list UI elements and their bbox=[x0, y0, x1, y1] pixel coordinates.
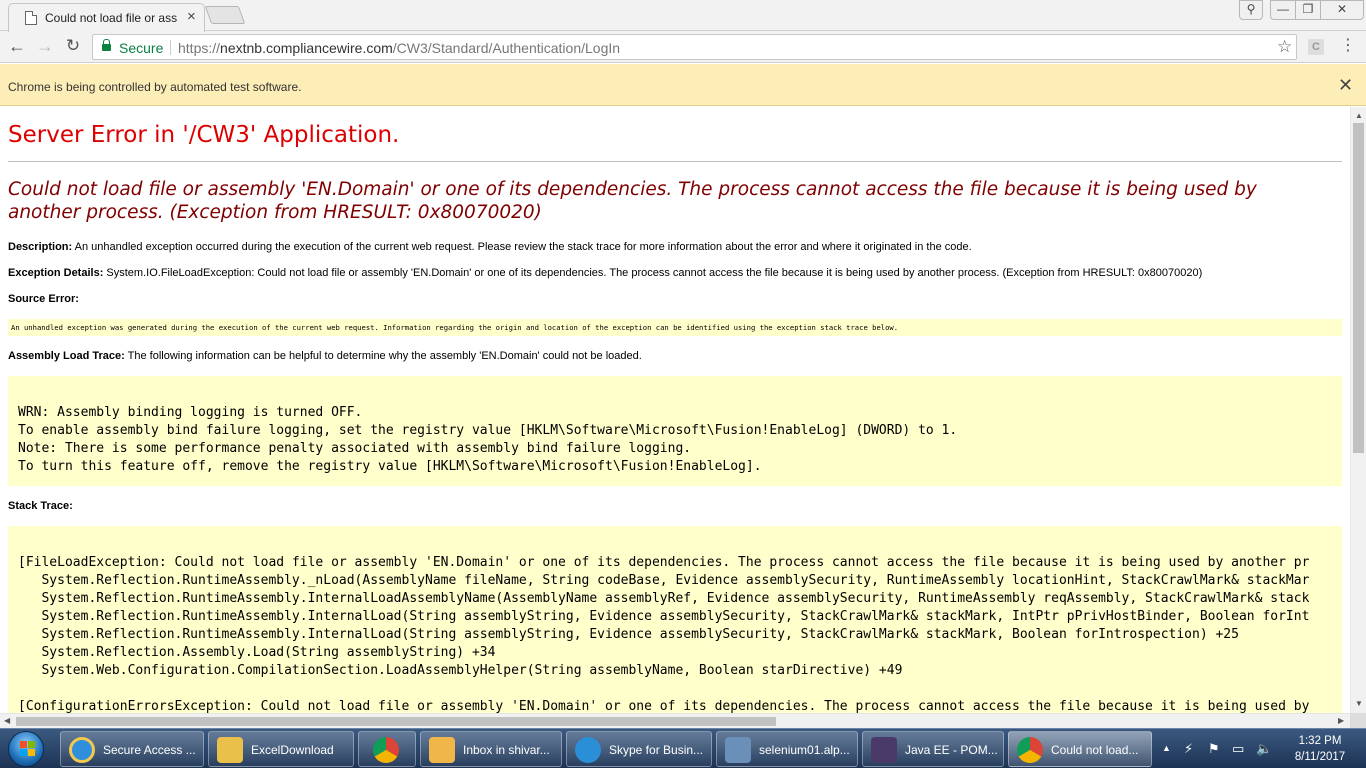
browser-tab[interactable]: Could not load file or ass × bbox=[8, 3, 205, 32]
close-window-button[interactable]: ✕ bbox=[1320, 0, 1364, 20]
taskbar-item-chrome[interactable] bbox=[358, 731, 416, 767]
scroll-down-arrow-icon[interactable]: ▼ bbox=[1355, 699, 1363, 708]
internet-explorer-icon bbox=[69, 737, 95, 763]
url-path: /CW3/Standard/Authentication/LogIn bbox=[392, 40, 621, 56]
scroll-up-arrow-icon[interactable]: ▲ bbox=[1355, 111, 1363, 120]
start-button[interactable] bbox=[3, 730, 49, 768]
skype-icon bbox=[575, 737, 601, 763]
scroll-left-arrow-icon[interactable]: ◀ bbox=[4, 716, 10, 725]
windows-taskbar: Secure Access ... ExcelDownload Inbox in… bbox=[0, 728, 1366, 768]
menu-icon[interactable]: ⋮ bbox=[1340, 36, 1356, 56]
divider bbox=[170, 40, 171, 55]
lock-icon bbox=[102, 39, 111, 51]
taskbar-item-label: ExcelDownload bbox=[251, 743, 334, 757]
taskbar-item-label: Skype for Busin... bbox=[609, 743, 704, 757]
taskbar-item-label: Inbox in shivar... bbox=[463, 743, 550, 757]
page-title: Server Error in '/CW3' Application. bbox=[8, 122, 400, 148]
taskbar-item-label: selenium01.alp... bbox=[759, 743, 850, 757]
system-clock[interactable]: 1:32 PM 8/11/2017 bbox=[1283, 733, 1357, 765]
infobar-close-icon[interactable]: ✕ bbox=[1338, 75, 1353, 96]
assembly-trace-box: WRN: Assembly binding logging is turned … bbox=[8, 376, 1342, 486]
page-viewport: Server Error in '/CW3' Application. Coul… bbox=[0, 107, 1350, 713]
page-icon bbox=[25, 11, 37, 25]
taskbar-item-eclipse[interactable]: Java EE - POM... bbox=[862, 731, 1004, 767]
taskbar-item-label: Could not load... bbox=[1051, 743, 1139, 757]
action-center-flag-icon[interactable]: ⚑ bbox=[1208, 741, 1220, 757]
tab-title: Could not load file or ass bbox=[45, 11, 178, 25]
description-line: Description: An unhandled exception occu… bbox=[8, 241, 972, 253]
scroll-right-arrow-icon[interactable]: ▶ bbox=[1338, 716, 1344, 725]
reload-icon[interactable]: ↻ bbox=[63, 37, 83, 57]
taskbar-item-secure-access[interactable]: Secure Access ... bbox=[60, 731, 204, 767]
taskbar-item-exceldownload[interactable]: ExcelDownload bbox=[208, 731, 354, 767]
maximize-button[interactable]: ❐ bbox=[1295, 0, 1321, 20]
assembly-trace-label: Assembly Load Trace: bbox=[8, 350, 125, 362]
assembly-trace-code: WRN: Assembly binding logging is turned … bbox=[18, 405, 958, 474]
exception-details-line: Exception Details: System.IO.FileLoadExc… bbox=[8, 267, 1202, 279]
description-label: Description: bbox=[8, 241, 73, 253]
taskbar-item-chrome-error[interactable]: Could not load... bbox=[1008, 731, 1152, 767]
secure-label: Secure bbox=[119, 40, 164, 56]
automation-infobar: Chrome is being controlled by automated … bbox=[0, 64, 1366, 106]
stack-trace-box: [FileLoadException: Could not load file … bbox=[8, 526, 1342, 713]
stack-trace-heading: Stack Trace: bbox=[8, 500, 73, 512]
windows-logo-icon bbox=[8, 731, 44, 767]
scrollbar-corner bbox=[1350, 713, 1366, 728]
outlook-icon bbox=[429, 737, 455, 763]
clock-date: 8/11/2017 bbox=[1294, 751, 1346, 763]
tray-chevron-icon[interactable]: ▲ bbox=[1162, 743, 1171, 753]
forward-arrow-icon[interactable]: → bbox=[35, 37, 55, 57]
exception-details-text: System.IO.FileLoadException: Could not l… bbox=[103, 267, 1203, 279]
stack-trace-code: [FileLoadException: Could not load file … bbox=[18, 555, 1310, 713]
taskbar-item-skype[interactable]: Skype for Busin... bbox=[566, 731, 712, 767]
title-bar: Could not load file or ass × ⚲ — ❐ ✕ bbox=[0, 0, 1366, 32]
source-error-label: Source Error: bbox=[8, 293, 79, 305]
source-error-box: An unhandled exception was generated dur… bbox=[8, 319, 1342, 336]
browser-toolbar: ← → ↻ Secure https://nextnb.compliancewi… bbox=[0, 31, 1366, 63]
display-icon[interactable]: ▭ bbox=[1232, 741, 1244, 757]
bookmark-star-icon[interactable]: ☆ bbox=[1277, 37, 1292, 57]
network-icon[interactable]: ⚡ bbox=[1184, 741, 1193, 757]
stack-trace-label: Stack Trace: bbox=[8, 500, 73, 512]
extension-icon[interactable]: C bbox=[1308, 39, 1324, 55]
vertical-scroll-thumb[interactable] bbox=[1353, 123, 1364, 453]
chrome-icon bbox=[373, 737, 399, 763]
horizontal-scrollbar[interactable]: ◀ ▶ bbox=[0, 713, 1350, 728]
taskbar-item-label: Secure Access ... bbox=[103, 743, 196, 757]
tab-close-icon[interactable]: × bbox=[187, 9, 196, 25]
source-error-heading: Source Error: bbox=[8, 293, 79, 305]
minimize-button[interactable]: — bbox=[1270, 0, 1296, 20]
assembly-trace-text: The following information can be helpful… bbox=[124, 350, 642, 362]
eclipse-icon bbox=[871, 737, 897, 763]
taskbar-item-outlook[interactable]: Inbox in shivar... bbox=[420, 731, 562, 767]
exception-details-label: Exception Details: bbox=[8, 267, 104, 279]
chrome-icon bbox=[1017, 737, 1043, 763]
back-arrow-icon[interactable]: ← bbox=[7, 37, 27, 57]
clock-time: 1:32 PM bbox=[1298, 735, 1342, 747]
folder-icon bbox=[217, 737, 243, 763]
assembly-trace-line: Assembly Load Trace: The following infor… bbox=[8, 350, 642, 362]
taskbar-item-label: Java EE - POM... bbox=[905, 743, 998, 757]
description-text: An unhandled exception occurred during t… bbox=[72, 241, 972, 253]
source-error-text: An unhandled exception was generated dur… bbox=[11, 323, 899, 332]
url-text[interactable]: https://nextnb.compliancewire.com/CW3/St… bbox=[178, 40, 620, 56]
address-bar[interactable]: Secure https://nextnb.compliancewire.com… bbox=[92, 34, 1297, 60]
divider bbox=[8, 161, 1342, 162]
exception-heading: Could not load file or assembly 'EN.Doma… bbox=[8, 179, 1257, 223]
volume-muted-icon[interactable]: 🔈 bbox=[1256, 741, 1272, 757]
taskbar-item-selenium[interactable]: selenium01.alp... bbox=[716, 731, 858, 767]
profile-icon[interactable]: ⚲ bbox=[1239, 0, 1263, 20]
vertical-scrollbar[interactable]: ▲ ▼ bbox=[1350, 107, 1366, 713]
url-scheme: https:// bbox=[178, 40, 221, 56]
horizontal-scroll-thumb[interactable] bbox=[16, 717, 776, 726]
remote-desktop-icon bbox=[725, 737, 751, 763]
new-tab-button[interactable] bbox=[204, 6, 246, 24]
url-host: nextnb.compliancewire.com bbox=[220, 40, 393, 56]
infobar-message: Chrome is being controlled by automated … bbox=[8, 80, 302, 94]
